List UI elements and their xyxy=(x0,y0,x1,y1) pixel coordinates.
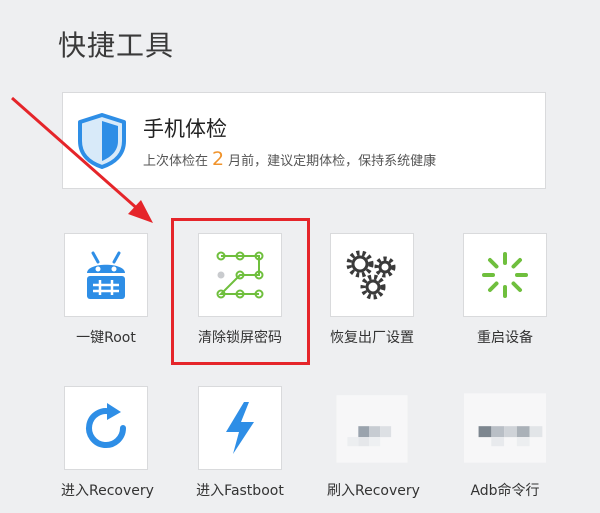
tool-adb-command[interactable]: Adb命令行 xyxy=(460,386,550,500)
page-title: 快捷工具 xyxy=(58,29,175,62)
checkup-title: 手机体检 xyxy=(143,117,227,141)
tool-tile[interactable] xyxy=(463,386,547,470)
tool-tile[interactable] xyxy=(330,233,414,317)
checkup-sub-after: 月前，建议定期体检，保持系统健康 xyxy=(228,154,437,169)
tool-factory-reset[interactable]: 恢复出厂设置 xyxy=(327,233,417,347)
tool-label: 重启设备 xyxy=(477,330,533,346)
gears-icon xyxy=(346,250,396,300)
restart-spinner-icon xyxy=(482,252,528,298)
tool-one-click-root[interactable]: 一键Root xyxy=(61,233,151,347)
tool-label: Adb命令行 xyxy=(470,483,540,499)
tool-label: 一键Root xyxy=(76,330,136,346)
tool-restart-device[interactable]: 重启设备 xyxy=(460,233,550,347)
tool-tile[interactable] xyxy=(64,233,148,317)
tool-tile[interactable] xyxy=(330,386,414,470)
android-root-icon xyxy=(87,251,125,299)
tool-flash-recovery[interactable]: 刷入Recovery xyxy=(327,386,420,500)
tool-label: 刷入Recovery xyxy=(327,483,420,499)
tool-clear-lock-password[interactable]: 清除锁屏密码 xyxy=(195,233,285,347)
phone-checkup-card[interactable]: 手机体检 上次体检在 2 月前，建议定期体检，保持系统健康 xyxy=(62,92,546,189)
tool-tile[interactable] xyxy=(198,233,282,317)
refresh-icon xyxy=(86,403,127,449)
flash-recovery-icon xyxy=(336,395,408,463)
tool-tile[interactable] xyxy=(463,233,547,317)
checkup-months: 2 xyxy=(212,148,225,170)
tool-label: 进入Fastboot xyxy=(196,483,284,499)
checkup-sub-before: 上次体检在 xyxy=(143,154,209,169)
tool-label: 进入Recovery xyxy=(61,483,154,499)
tool-label: 清除锁屏密码 xyxy=(198,330,282,346)
checkup-subtitle: 上次体检在 2 月前，建议定期体检，保持系统健康 xyxy=(143,148,436,170)
tool-label: 恢复出厂设置 xyxy=(330,330,414,346)
tool-tile[interactable] xyxy=(64,386,148,470)
adb-terminal-icon xyxy=(464,393,546,463)
tool-enter-fastboot[interactable]: 进入Fastboot xyxy=(195,386,285,500)
shield-icon xyxy=(78,113,126,169)
pattern-lock-icon xyxy=(216,251,264,299)
lightning-icon xyxy=(226,402,254,454)
tool-tile[interactable] xyxy=(198,386,282,470)
tool-enter-recovery[interactable]: 进入Recovery xyxy=(61,386,154,500)
